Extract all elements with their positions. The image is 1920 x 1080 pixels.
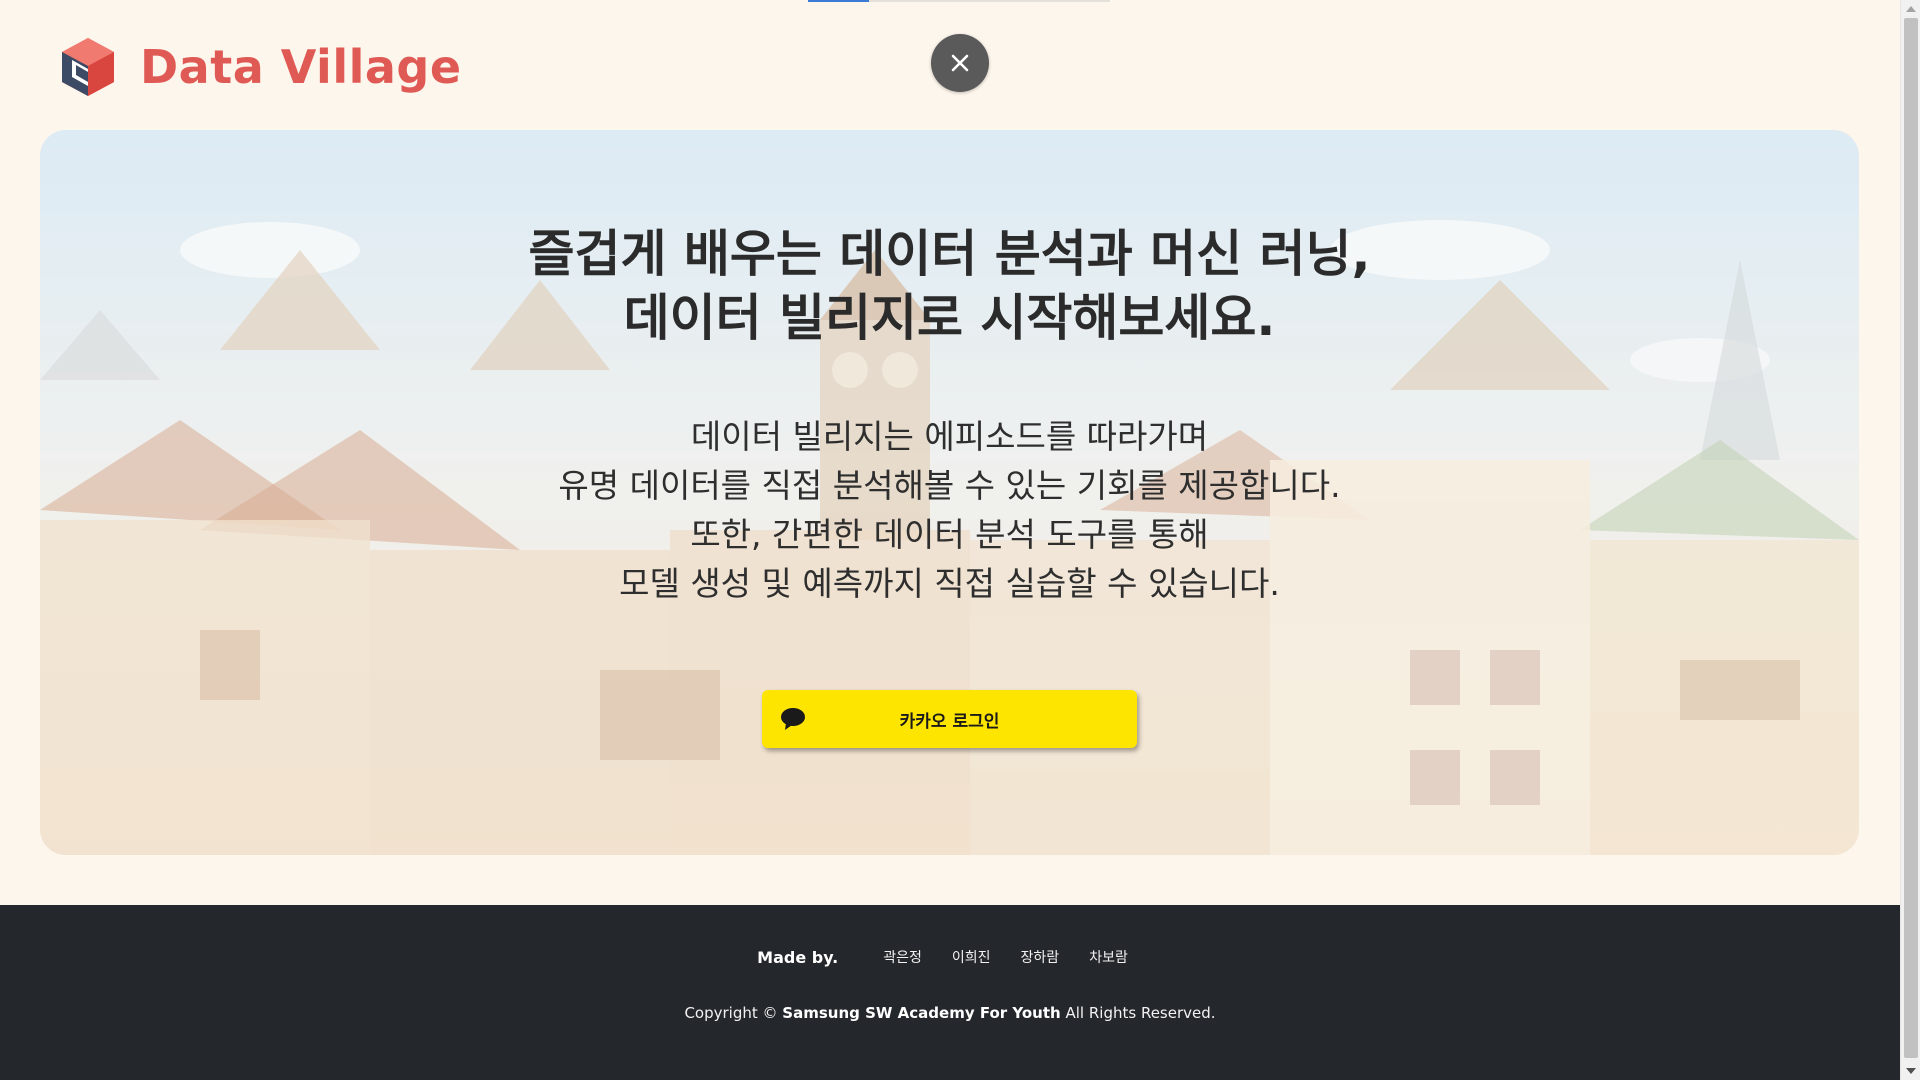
copyright-suffix: All Rights Reserved. — [1065, 1004, 1216, 1022]
hero-title-line-2: 데이터 빌리지로 시작해보세요. — [623, 289, 1276, 347]
hero-description: 데이터 빌리지는 에피소드를 따라가며 유명 데이터를 직접 분석해볼 수 있는… — [40, 412, 1859, 608]
copyright: Copyright © Samsung SW Academy For Youth… — [0, 1004, 1900, 1022]
kakao-login-button[interactable]: 카카오 로그인 — [762, 690, 1137, 748]
brand-name: Data Village — [140, 40, 462, 94]
hero-banner: 즐겁게 배우는 데이터 분석과 머신 러닝, 데이터 빌리지로 시작해보세요. … — [40, 130, 1859, 855]
copyright-prefix: Copyright © — [684, 1004, 778, 1022]
page: Data Village 즐겁게 배우는 데이터 분석과 머신 러닝, 데이터 … — [0, 0, 1900, 1080]
kakao-login-label: 카카오 로그인 — [899, 711, 1000, 732]
scroll-up-arrow-icon[interactable] — [1905, 4, 1917, 14]
hero-content: 즐겁게 배우는 데이터 분석과 머신 러닝, 데이터 빌리지로 시작해보세요. … — [40, 130, 1859, 855]
kakao-chat-bubble-icon — [781, 708, 805, 730]
close-icon — [951, 54, 969, 72]
data-village-logo-icon — [62, 38, 114, 96]
logo[interactable]: Data Village — [58, 36, 462, 98]
member-name: 이희진 — [951, 950, 991, 966]
made-by-row: Made by. 곽은정 이희진 장하람 차보람 — [0, 947, 1900, 967]
hero-desc-line-3: 또한, 간편한 데이터 분석 도구를 통해 — [690, 515, 1209, 554]
header: Data Village — [0, 0, 1900, 128]
hero-desc-line-4: 모델 생성 및 예측까지 직접 실습할 수 있습니다. — [619, 564, 1280, 603]
hero-title: 즐겁게 배우는 데이터 분석과 머신 러닝, 데이터 빌리지로 시작해보세요. — [40, 222, 1859, 350]
hero-desc-line-2: 유명 데이터를 직접 분석해볼 수 있는 기회를 제공합니다. — [558, 466, 1341, 505]
scrollbar-thumb[interactable] — [1904, 18, 1918, 1058]
hero-title-line-1: 즐겁게 배우는 데이터 분석과 머신 러닝, — [528, 225, 1371, 283]
close-button[interactable] — [931, 34, 989, 92]
member-name: 곽은정 — [883, 950, 922, 966]
member-name: 장하람 — [1020, 950, 1060, 966]
member-name: 차보람 — [1089, 950, 1128, 966]
scroll-down-arrow-icon[interactable] — [1905, 1066, 1917, 1076]
hero-desc-line-1: 데이터 빌리지는 에피소드를 따라가며 — [690, 417, 1209, 456]
made-by-label: Made by. — [757, 947, 839, 967]
vertical-scrollbar[interactable] — [1900, 0, 1920, 1080]
copyright-org: Samsung SW Academy For Youth — [782, 1004, 1061, 1022]
footer: Made by. 곽은정 이희진 장하람 차보람 Copyright © Sam… — [0, 905, 1900, 1080]
